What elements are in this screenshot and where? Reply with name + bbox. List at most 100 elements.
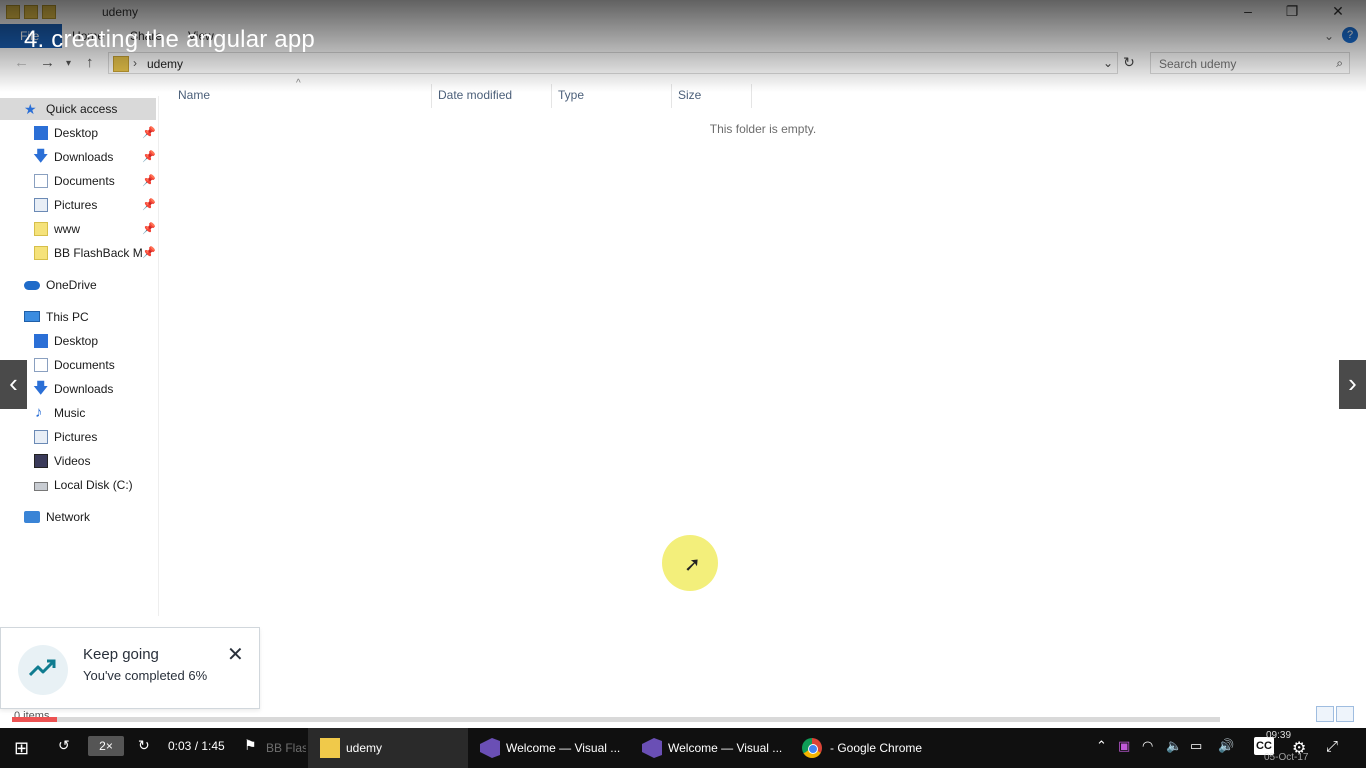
vscode-icon [642, 738, 662, 758]
address-dropdown-icon[interactable]: ⌄ [1103, 56, 1113, 70]
pin-icon[interactable]: 📌 [142, 194, 156, 216]
nav-pc-videos[interactable]: Videos [0, 450, 156, 472]
toast-body: You've completed 6% [83, 668, 208, 683]
nav-quick-bbflashback[interactable]: BB FlashBack Mo 📌 [0, 242, 156, 264]
navigation-pane: ★ Quick access Desktop 📌 🡇 Downloads 📌 D… [0, 96, 159, 616]
taskbar-app-vscode-1[interactable]: Welcome — Visual ... [470, 728, 630, 768]
video-progress-fill [12, 717, 57, 722]
view-mode-icons [1316, 706, 1360, 724]
minimize-button[interactable]: – [1238, 3, 1258, 19]
search-icon[interactable]: ⌕ [1336, 56, 1343, 71]
cloud-icon [24, 281, 40, 290]
previous-lecture-button[interactable]: ‹ [0, 360, 27, 409]
ribbon-expand-icon[interactable]: ⌄ [1324, 29, 1334, 43]
toast-close-icon[interactable]: ✕ [227, 642, 244, 667]
column-header-size[interactable]: Size [672, 84, 752, 108]
quick-access-toolbar[interactable] [6, 5, 66, 19]
new-folder-icon[interactable] [42, 5, 56, 19]
help-icon[interactable]: ? [1342, 27, 1358, 43]
nav-label: Videos [54, 454, 91, 468]
settings-gear-icon[interactable]: ⚙ [1292, 738, 1306, 758]
player-volume-icon[interactable]: 🔊 [1218, 738, 1234, 754]
pin-icon[interactable]: 📌 [142, 170, 156, 192]
taskbar-app-udemy[interactable]: udemy [308, 728, 468, 768]
taskbar-app-vscode-2[interactable]: Welcome — Visual ... [632, 728, 792, 768]
nav-label: Quick access [46, 102, 118, 116]
empty-folder-message: This folder is empty. [709, 122, 817, 136]
column-header-type[interactable]: Type [552, 84, 672, 108]
nav-label: Documents [54, 358, 115, 372]
fullscreen-icon[interactable]: ⤢ [1326, 738, 1338, 755]
forward-arrow-icon[interactable]: → [40, 54, 55, 71]
windows-start-icon[interactable]: ⊞ [14, 738, 34, 758]
maximize-button[interactable]: ❐ [1282, 3, 1302, 20]
video-progress-bar[interactable] [12, 717, 1220, 722]
search-input[interactable] [1157, 53, 1329, 75]
nav-label: www [54, 222, 80, 236]
next-lecture-button[interactable]: › [1339, 360, 1366, 409]
folder-icon [6, 5, 20, 19]
forward-icon[interactable]: ↻ [138, 737, 150, 754]
taskbar-app-label: - Google Chrome [830, 741, 923, 755]
nav-pc-pictures[interactable]: Pictures [0, 426, 156, 448]
nav-pc-desktop[interactable]: Desktop [0, 330, 156, 352]
nav-label: Pictures [54, 198, 98, 212]
nav-label: Documents [54, 174, 115, 188]
search-box[interactable]: ⌕ [1150, 52, 1350, 75]
nav-onedrive[interactable]: OneDrive [0, 274, 156, 296]
recent-locations-chevron-icon[interactable]: ▾ [66, 58, 71, 69]
close-button[interactable]: ✕ [1328, 3, 1348, 20]
trending-up-icon [29, 659, 56, 677]
nav-quick-access[interactable]: ★ Quick access [0, 98, 156, 120]
music-note-icon: ♪ [35, 404, 43, 421]
nav-label: Pictures [54, 430, 98, 444]
breadcrumb-udemy[interactable]: udemy [147, 57, 183, 71]
back-arrow-icon[interactable]: ← [14, 54, 29, 71]
address-row: ← → ▾ ↑ › udemy ⌄ ↻ ⌕ [0, 52, 1366, 76]
taskbar-app-chrome[interactable]: - Google Chrome [794, 728, 954, 768]
videos-icon [34, 454, 48, 468]
refresh-icon[interactable]: ↻ [1120, 54, 1138, 72]
properties-icon[interactable] [24, 5, 38, 19]
computer-icon [24, 311, 40, 322]
nav-label: Downloads [54, 150, 114, 164]
documents-icon [34, 358, 48, 372]
tray-app-icon[interactable]: ▣ [1118, 738, 1130, 754]
nav-pc-local-disk[interactable]: Local Disk (C:) [0, 474, 156, 496]
nav-label: Music [54, 406, 86, 420]
nav-quick-downloads[interactable]: 🡇 Downloads 📌 [0, 146, 156, 168]
documents-icon [34, 174, 48, 188]
pin-icon[interactable]: 📌 [142, 218, 156, 240]
column-header-date-modified[interactable]: Date modified [432, 84, 552, 108]
details-view-icon[interactable] [1316, 706, 1334, 722]
pin-icon[interactable]: 📌 [142, 242, 156, 264]
nav-quick-www[interactable]: www 📌 [0, 218, 156, 240]
up-arrow-icon[interactable]: ↑ [86, 54, 94, 71]
wifi-icon[interactable]: ◠ [1142, 738, 1153, 754]
playback-speed-button[interactable]: 2× [88, 736, 124, 756]
battery-icon[interactable]: ▭ [1190, 738, 1202, 754]
tray-expand-icon[interactable]: ⌃ [1096, 738, 1107, 754]
video-title: 4. creating the angular app [24, 26, 315, 53]
column-header-name[interactable]: Name [172, 84, 432, 108]
desktop-icon [34, 334, 48, 348]
pictures-icon [34, 430, 48, 444]
taskbar-app-bbflashback[interactable]: BB FlashBack Compas... [176, 728, 306, 768]
nav-this-pc[interactable]: This PC [0, 306, 156, 328]
large-icons-view-icon[interactable] [1336, 706, 1354, 722]
nav-quick-documents[interactable]: Documents 📌 [0, 170, 156, 192]
nav-label: Downloads [54, 382, 114, 396]
star-icon: ★ [24, 101, 37, 117]
nav-network[interactable]: Network [0, 506, 156, 528]
folder-icon [320, 738, 340, 758]
breadcrumb-chevron-icon[interactable]: › [133, 56, 137, 70]
toast-title: Keep going [83, 646, 159, 663]
folder-icon [34, 222, 48, 236]
pin-icon[interactable]: 📌 [142, 146, 156, 168]
taskbar-app-label: Welcome — Visual ... [506, 741, 621, 755]
folder-icon [34, 246, 48, 260]
nav-quick-pictures[interactable]: Pictures 📌 [0, 194, 156, 216]
address-bar[interactable]: › udemy ⌄ [108, 52, 1118, 74]
rewind-icon[interactable]: ↺ [58, 737, 70, 754]
volume-icon[interactable]: 🔈 [1166, 738, 1182, 754]
